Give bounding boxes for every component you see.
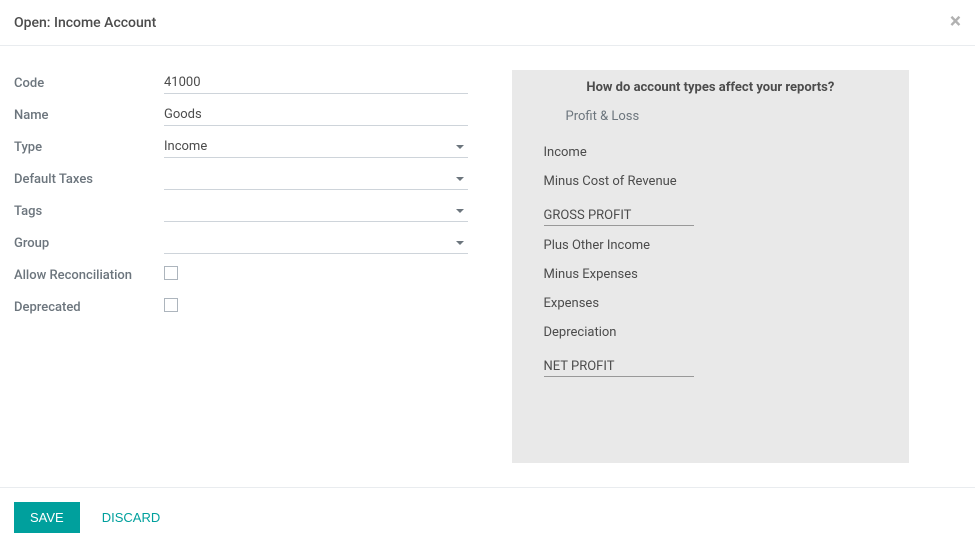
field-allow-reconciliation [164, 266, 468, 284]
modal-dialog: Open: Income Account × Code Name Type [0, 0, 975, 547]
info-subtitle: Profit & Loss [530, 109, 892, 124]
info-item: Plus Other Income [544, 231, 892, 260]
info-item: Minus Cost of Revenue [544, 167, 892, 196]
allow-reconciliation-checkbox[interactable] [164, 266, 178, 280]
modal-footer: Save Discard [0, 487, 975, 547]
row-code: Code [14, 70, 468, 96]
tags-select[interactable] [164, 200, 468, 222]
save-button[interactable]: Save [14, 502, 80, 533]
label-allow-reconciliation: Allow Reconciliation [14, 268, 164, 283]
field-default-taxes [164, 168, 468, 190]
field-deprecated [164, 298, 468, 316]
modal-body[interactable]: Code Name Type Income [0, 46, 975, 487]
label-tags: Tags [14, 204, 164, 219]
label-group: Group [14, 236, 164, 251]
caret-down-icon [456, 209, 464, 213]
info-item: Expenses [544, 289, 892, 318]
info-panel: How do account types affect your reports… [512, 70, 910, 463]
info-list: IncomeMinus Cost of Revenue GROSS PROFIT P… [530, 138, 892, 382]
type-select[interactable]: Income [164, 136, 468, 158]
label-type: Type [14, 140, 164, 155]
row-deprecated: Deprecated [14, 294, 468, 320]
info-column: How do account types affect your reports… [512, 70, 910, 463]
field-group [164, 232, 468, 254]
default-taxes-select[interactable] [164, 168, 468, 190]
info-item: Depreciation [544, 318, 892, 347]
modal-header: Open: Income Account × [0, 0, 975, 46]
caret-down-icon [456, 145, 464, 149]
row-tags: Tags [14, 198, 468, 224]
discard-button[interactable]: Discard [92, 502, 171, 533]
caret-down-icon [456, 177, 464, 181]
deprecated-checkbox[interactable] [164, 298, 178, 312]
type-select-value: Income [164, 139, 207, 154]
field-tags [164, 200, 468, 222]
code-input[interactable] [164, 72, 468, 94]
row-type: Type Income [14, 134, 468, 160]
info-title: How do account types affect your reports… [530, 80, 892, 95]
field-type: Income [164, 136, 468, 158]
label-deprecated: Deprecated [14, 300, 164, 315]
label-code: Code [14, 76, 164, 91]
row-name: Name [14, 102, 468, 128]
name-input[interactable] [164, 104, 468, 126]
caret-down-icon [456, 241, 464, 245]
info-item: Minus Expenses [544, 260, 892, 289]
field-name [164, 104, 468, 126]
info-item: GROSS PROFIT [544, 201, 694, 226]
close-icon[interactable]: × [950, 12, 961, 33]
group-select[interactable] [164, 232, 468, 254]
label-default-taxes: Default Taxes [14, 172, 164, 187]
label-name: Name [14, 108, 164, 123]
form-column: Code Name Type Income [14, 70, 488, 463]
modal-title: Open: Income Account [14, 15, 156, 31]
row-default-taxes: Default Taxes [14, 166, 468, 192]
info-item: Income [544, 138, 892, 167]
info-item: NET PROFIT [544, 352, 694, 377]
field-code [164, 72, 468, 94]
row-group: Group [14, 230, 468, 256]
row-allow-reconciliation: Allow Reconciliation [14, 262, 468, 288]
